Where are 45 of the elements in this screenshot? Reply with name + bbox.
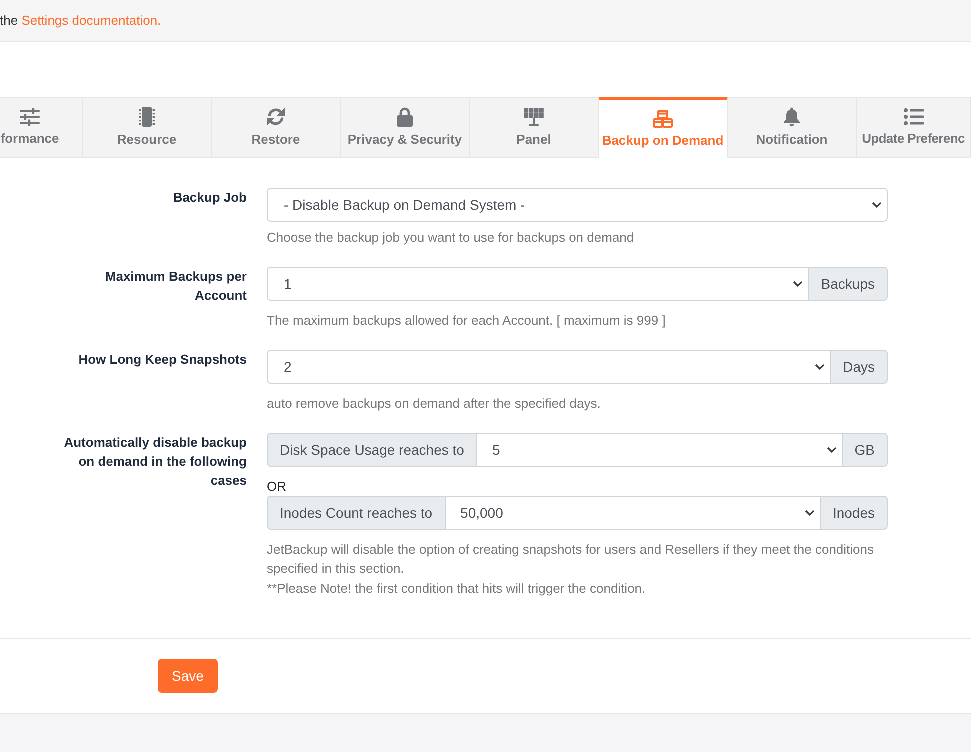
- unit-addon: GB: [842, 433, 888, 467]
- list-icon: [904, 108, 924, 126]
- save-button[interactable]: Save: [158, 659, 218, 693]
- unit-addon: Inodes: [820, 496, 888, 530]
- tab[interactable]: formance: [0, 97, 83, 158]
- unit-addon: Backups: [808, 267, 888, 301]
- help-text: The maximum backups allowed for each Account. [ maximum is 999 ]: [267, 312, 667, 330]
- unit-addon: Days: [830, 350, 888, 384]
- tab[interactable]: Restore: [212, 97, 341, 158]
- select-field[interactable]: - Disable Backup on Demand System -: [267, 188, 888, 222]
- documentation-link[interactable]: Settings documentation.: [22, 13, 162, 28]
- solar-panel-icon: [523, 107, 545, 127]
- tab[interactable]: Backup on Demand: [599, 97, 728, 158]
- chevron-icon: [826, 447, 837, 453]
- chevron-icon: [804, 510, 815, 516]
- condition-addon: Inodes Count reaches to: [267, 496, 446, 530]
- help-text: **Please Note! the first condition that hits will trigger the condition.: [267, 580, 647, 598]
- refresh-icon: [266, 107, 286, 127]
- tab[interactable]: Notification: [728, 97, 857, 158]
- tab[interactable]: Privacy & Security: [341, 97, 470, 158]
- field-label: Maximum Backups per Account: [104, 268, 247, 305]
- separator-text: OR: [267, 478, 286, 496]
- chip-icon: [139, 107, 155, 127]
- select-field[interactable]: 2: [267, 350, 832, 384]
- field-label: How Long Keep Snapshots: [78, 351, 247, 369]
- tab[interactable]: Update Preferenc: [857, 97, 971, 158]
- chevron-icon: [793, 281, 804, 287]
- condition-addon: Disk Space Usage reaches to: [267, 433, 478, 467]
- help-text: JetBackup will disable the option of creating snapshots for users and Resellers if they meet the conditions specified in this section.: [267, 541, 876, 578]
- field-label: Automatically disable backup on demand in the following cases: [63, 434, 247, 490]
- help-text: Choose the backup job you want to use for backups on demand: [267, 229, 636, 247]
- select-field[interactable]: 1: [267, 267, 810, 301]
- tab[interactable]: Resource: [83, 97, 212, 158]
- sliders-icon: [20, 108, 40, 126]
- select-field[interactable]: 50,000: [444, 496, 821, 530]
- select-field[interactable]: 5: [476, 433, 843, 467]
- field-label: Backup Job: [173, 189, 247, 207]
- cubes-icon: [653, 110, 673, 128]
- tab[interactable]: Panel: [470, 97, 599, 158]
- notice-text: the Settings documentation.: [0, 12, 162, 30]
- chevron-icon: [815, 364, 826, 370]
- lock-icon: [397, 107, 413, 127]
- chevron-icon: [872, 202, 882, 208]
- bell-icon: [783, 107, 801, 127]
- help-text: auto remove backups on demand after the specified days.: [267, 395, 602, 413]
